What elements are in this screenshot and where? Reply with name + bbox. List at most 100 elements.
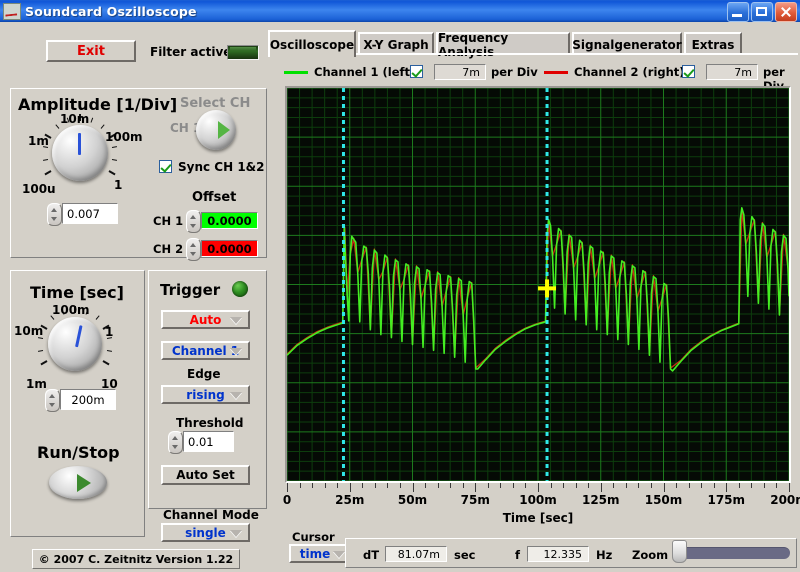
offset-label: Offset [192, 190, 237, 205]
amplitude-value-field[interactable]: 0.007 [47, 203, 118, 226]
time-tick-label-3: 1 [105, 325, 114, 339]
channel-2-enable-checkbox[interactable] [682, 65, 695, 78]
x-axis-tick [362, 483, 364, 488]
x-axis-tick [776, 483, 778, 488]
x-axis-tick-label: 125m [581, 493, 620, 507]
x-axis-tick [287, 483, 288, 492]
x-axis-tick [713, 483, 715, 488]
trigger-threshold-value[interactable]: 0.01 [183, 431, 234, 452]
chevron-down-icon [230, 347, 242, 355]
select-channel-knob[interactable] [196, 110, 236, 150]
trigger-threshold-field[interactable]: 0.01 [168, 431, 234, 454]
filter-active-led[interactable] [227, 45, 259, 60]
amplitude-knob[interactable] [52, 125, 108, 181]
oscilloscope-plot-frame[interactable] [285, 86, 791, 483]
tab-oscilloscope[interactable]: Oscilloscope [268, 30, 356, 57]
x-axis-tick [437, 483, 439, 488]
ch2-offset-value[interactable]: 0.0000 [201, 240, 258, 257]
time-tick-label-1: 10m [14, 324, 44, 338]
channel-1-label: Channel 1 (left) [314, 65, 416, 79]
channel-mode-select[interactable]: single [161, 523, 250, 542]
trigger-edge-value: rising [186, 387, 225, 402]
amplitude-spinner[interactable] [47, 203, 62, 226]
sync-channels-checkbox[interactable] [159, 160, 172, 173]
window-title: Soundcard Oszilloscope [25, 3, 197, 19]
channel-2-per-div-value[interactable]: 7m [706, 64, 758, 80]
minimize-button[interactable] [727, 2, 749, 22]
tab-x-y-graph[interactable]: X-Y Graph [358, 32, 434, 55]
trigger-channel-select[interactable]: Channel 1 [161, 341, 250, 360]
zoom-label: Zoom [632, 548, 669, 562]
cursor-label: Cursor [292, 530, 335, 544]
exit-button[interactable]: Exit [46, 40, 136, 62]
zoom-slider-track[interactable] [676, 547, 790, 559]
x-axis-tick [588, 483, 590, 488]
x-axis-tick [324, 483, 326, 488]
time-knob[interactable] [48, 317, 102, 371]
trigger-edge-label: Edge [187, 367, 221, 381]
tab-frequency-analysis[interactable]: Frequency Analysis [436, 31, 570, 59]
threshold-spinner[interactable] [168, 431, 183, 454]
amplitude-tick-label-3: 100m [105, 130, 143, 144]
waveform-icon [3, 2, 21, 20]
tab-extras[interactable]: Extras [684, 32, 742, 55]
x-axis-tick [789, 483, 790, 492]
trigger-mode-select[interactable]: Auto [161, 310, 250, 329]
channel-1-per-div-value[interactable]: 7m [434, 64, 486, 80]
x-axis-tick-label: 50m [397, 493, 428, 507]
amplitude-tick-label-1: 1m [28, 134, 49, 148]
x-axis-tick [563, 483, 565, 488]
x-axis-tick [538, 483, 539, 492]
x-axis-tick [525, 483, 527, 488]
x-axis-tick [399, 483, 401, 488]
x-axis-tick-label: 0 [282, 493, 292, 507]
auto-set-button[interactable]: Auto Set [161, 465, 250, 485]
channel-1-enable-checkbox[interactable] [410, 65, 423, 78]
ch1-offset-value[interactable]: 0.0000 [201, 212, 258, 229]
ch1-offset-spinner[interactable] [186, 210, 201, 233]
x-axis-tick-label: 200m [770, 493, 800, 507]
x-axis-tick [487, 483, 489, 488]
time-spinner[interactable] [45, 389, 60, 412]
title-bar: Soundcard Oszilloscope [0, 0, 800, 22]
x-axis-tick [425, 483, 427, 488]
zoom-slider-thumb[interactable] [672, 540, 687, 563]
x-axis-tick [475, 483, 477, 492]
x-axis-tick [663, 483, 665, 492]
x-axis-tick [387, 483, 389, 488]
tab-signalgenerator[interactable]: Signalgenerator [572, 32, 682, 55]
trigger-mode-value: Auto [189, 312, 222, 327]
channel-settings-bar: Channel 1 (left) 7m per Div Channel 2 (righ… [270, 62, 798, 93]
oscilloscope-plot[interactable] [287, 88, 789, 481]
run-stop-button[interactable] [49, 466, 107, 499]
cursor-mode-select[interactable]: time [289, 544, 351, 563]
x-axis-tick [575, 483, 577, 488]
close-button[interactable] [775, 2, 797, 22]
x-axis-tick [450, 483, 452, 488]
x-axis-label: Time [sec] [502, 511, 574, 525]
ch2-offset-spinner[interactable] [186, 238, 201, 261]
amplitude-value[interactable]: 0.007 [62, 203, 118, 224]
time-tick-label-2: 100m [52, 303, 90, 317]
tab-label: X-Y Graph [363, 37, 429, 52]
maximize-button[interactable] [751, 2, 773, 22]
amplitude-tick-label-4: 1 [114, 178, 123, 192]
x-axis-tick-label: 175m [707, 493, 746, 507]
time-value[interactable]: 200m [60, 389, 116, 410]
copyright-label: © 2007 C. Zeitnitz Version 1.22 [32, 549, 240, 569]
cursor-mode-value: time [299, 546, 331, 561]
trigger-edge-select[interactable]: rising [161, 385, 250, 404]
x-axis-tick-label: 25m [335, 493, 365, 507]
application-window: Soundcard Oszilloscope Exit Filter activ… [0, 0, 800, 572]
frequency-unit: Hz [596, 548, 613, 562]
ch1-offset-label: CH 1 [153, 214, 184, 228]
dt-unit: sec [454, 548, 476, 562]
frequency-value: 12.335 [527, 546, 589, 562]
trigger-threshold-label: Threshold [176, 416, 244, 430]
run-stop-label: Run/Stop [37, 443, 120, 462]
x-axis-tick [412, 483, 414, 492]
x-axis-tick [550, 483, 552, 488]
x-axis-tick [512, 483, 514, 488]
time-value-field[interactable]: 200m [45, 389, 116, 412]
chevron-down-icon [230, 316, 242, 324]
